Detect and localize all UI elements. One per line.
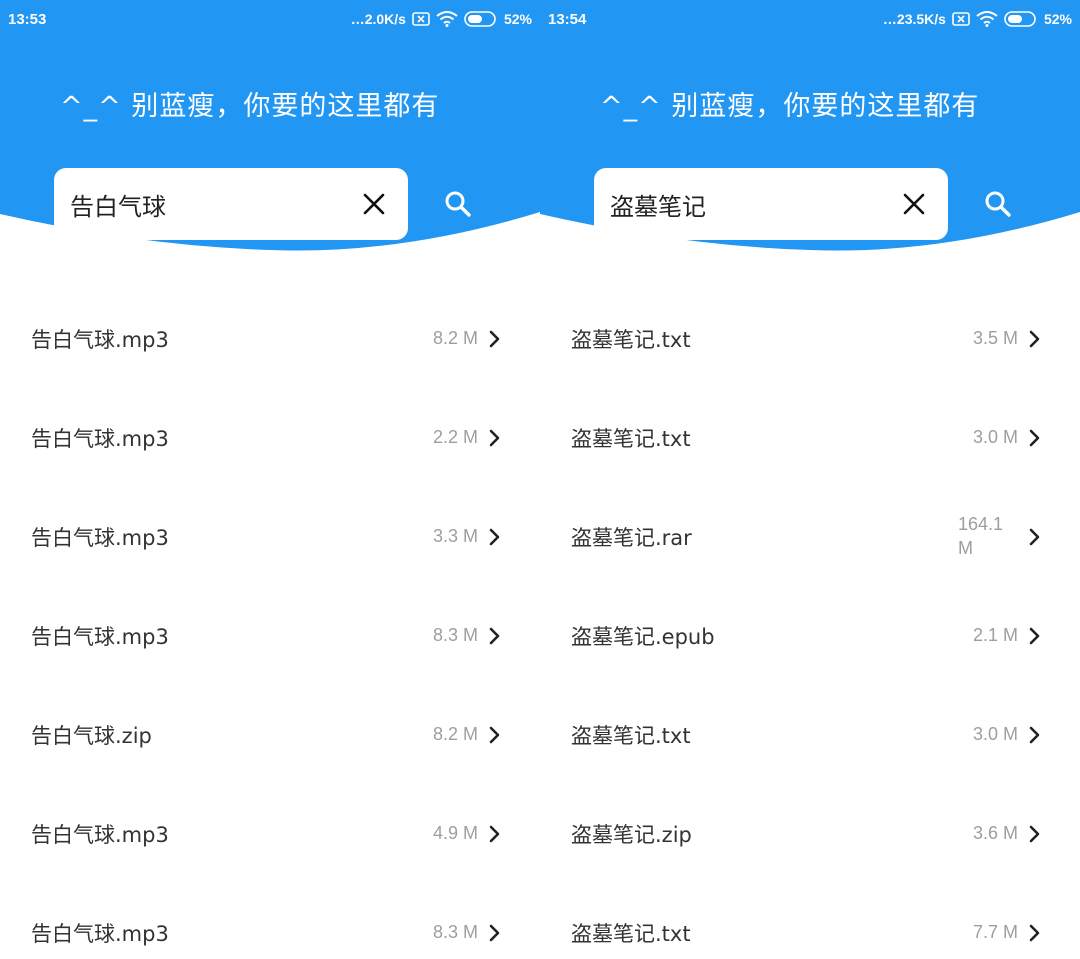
chevron-right-icon	[1028, 626, 1044, 646]
network-speed: …23.5K/s	[882, 11, 946, 27]
status-indicators: …23.5K/s 52%	[883, 11, 1072, 27]
file-name: 盗墓笔记.txt	[571, 921, 691, 946]
search-input[interactable]: 告白气球	[54, 168, 408, 240]
battery-level: 52%	[503, 11, 532, 27]
file-name: 盗墓笔记.rar	[571, 525, 692, 550]
screen-2: 13:54 …23.5K/s 52% ^_^ 别蓝瘦，你要的这里都有 盗墓笔记	[540, 0, 1080, 959]
file-size: 3.5 M	[972, 327, 1018, 348]
wifi-icon	[436, 11, 458, 27]
status-time: 13:54	[548, 10, 587, 28]
file-name: 告白气球.mp3	[31, 327, 169, 352]
battery-level: 52%	[1043, 11, 1072, 27]
file-size: 4.9 M	[432, 822, 478, 843]
chevron-right-icon	[488, 824, 504, 844]
file-size: 8.2 M	[432, 723, 478, 744]
file-name: 告白气球.mp3	[31, 624, 169, 649]
file-size: 3.6 M	[972, 822, 1018, 843]
chevron-right-icon	[488, 923, 504, 943]
file-size: 8.3 M	[432, 921, 478, 942]
file-size: 3.0 M	[972, 723, 1018, 744]
search-input-value[interactable]: 盗墓笔记	[610, 187, 896, 222]
search-button[interactable]	[436, 182, 480, 226]
sim-icon	[412, 12, 430, 26]
search-icon	[985, 191, 1011, 217]
list-item[interactable]: 告白气球.mp3 8.2 M	[0, 289, 540, 388]
file-size: 7.7 M	[972, 921, 1018, 942]
file-name: 盗墓笔记.txt	[571, 723, 691, 748]
chevron-right-icon	[488, 527, 504, 547]
chevron-right-icon	[488, 428, 504, 448]
list-item[interactable]: 告白气球.zip 8.2 M	[0, 685, 540, 784]
status-time: 13:53	[8, 10, 47, 28]
chevron-right-icon	[1028, 824, 1044, 844]
close-icon	[903, 193, 925, 215]
result-list: 盗墓笔记.txt 3.5 M 盗墓笔记.txt 3.0 M 盗墓笔记.rar 1…	[540, 289, 1080, 959]
file-size: 2.1 M	[972, 624, 1018, 645]
file-name: 盗墓笔记.txt	[571, 426, 691, 451]
list-item[interactable]: 盗墓笔记.txt 3.0 M	[540, 685, 1080, 784]
result-list: 告白气球.mp3 8.2 M 告白气球.mp3 2.2 M 告白气球.mp3 3…	[0, 289, 540, 959]
file-size: 8.3 M	[432, 624, 478, 645]
search-icon	[445, 191, 471, 217]
page-title: ^_^ 别蓝瘦，你要的这里都有	[60, 91, 440, 122]
file-name: 盗墓笔记.zip	[571, 822, 692, 847]
chevron-right-icon	[1028, 923, 1044, 943]
wifi-icon	[976, 11, 998, 27]
chevron-right-icon	[1028, 527, 1044, 547]
file-name: 告白气球.mp3	[31, 525, 169, 550]
screens-container: 13:53 …2.0K/s 52% ^_^ 别蓝瘦，你要的这里都有 告白气球 告…	[0, 0, 1080, 959]
list-item[interactable]: 盗墓笔记.txt 3.5 M	[540, 289, 1080, 388]
list-item[interactable]: 告白气球.mp3 3.3 M	[0, 487, 540, 586]
clear-search-button[interactable]	[896, 186, 932, 222]
file-size: 3.3 M	[432, 525, 478, 546]
list-item[interactable]: 告白气球.mp3 8.3 M	[0, 586, 540, 685]
search-button[interactable]	[976, 182, 1020, 226]
network-speed: …2.0K/s	[350, 11, 406, 27]
chevron-right-icon	[488, 725, 504, 745]
list-item[interactable]: 盗墓笔记.txt 3.0 M	[540, 388, 1080, 487]
chevron-right-icon	[1028, 725, 1044, 745]
search-input[interactable]: 盗墓笔记	[594, 168, 948, 240]
file-size: 2.2 M	[432, 426, 478, 447]
page-title: ^_^ 别蓝瘦，你要的这里都有	[600, 91, 980, 122]
list-item[interactable]: 告白气球.mp3 4.9 M	[0, 784, 540, 883]
list-item[interactable]: 盗墓笔记.zip 3.6 M	[540, 784, 1080, 883]
clear-search-button[interactable]	[356, 186, 392, 222]
chevron-right-icon	[488, 329, 504, 349]
status-bar: 13:54 …23.5K/s 52%	[540, 0, 1080, 38]
file-name: 告白气球.zip	[31, 723, 152, 748]
status-bar: 13:53 …2.0K/s 52%	[0, 0, 540, 38]
file-name: 盗墓笔记.txt	[571, 327, 691, 352]
list-item[interactable]: 告白气球.mp3 8.3 M	[0, 883, 540, 959]
file-size: 3.0 M	[972, 426, 1018, 447]
file-size: 8.2 M	[432, 327, 478, 348]
list-item[interactable]: 盗墓笔记.rar 164.1 M	[540, 487, 1080, 586]
list-item[interactable]: 告白气球.mp3 2.2 M	[0, 388, 540, 487]
chevron-right-icon	[1028, 428, 1044, 448]
chevron-right-icon	[1028, 329, 1044, 349]
list-item[interactable]: 盗墓笔记.epub 2.1 M	[540, 586, 1080, 685]
chevron-right-icon	[488, 626, 504, 646]
file-size: 164.1 M	[958, 514, 1004, 558]
file-name: 告白气球.mp3	[31, 921, 169, 946]
screen-1: 13:53 …2.0K/s 52% ^_^ 别蓝瘦，你要的这里都有 告白气球 告…	[0, 0, 540, 959]
close-icon	[363, 193, 385, 215]
battery-icon	[464, 11, 498, 27]
sim-icon	[952, 12, 970, 26]
file-name: 告白气球.mp3	[31, 426, 169, 451]
file-name: 盗墓笔记.epub	[571, 624, 715, 649]
search-input-value[interactable]: 告白气球	[70, 187, 356, 222]
battery-icon	[1004, 11, 1038, 27]
file-name: 告白气球.mp3	[31, 822, 169, 847]
status-indicators: …2.0K/s 52%	[351, 11, 532, 27]
list-item[interactable]: 盗墓笔记.txt 7.7 M	[540, 883, 1080, 959]
